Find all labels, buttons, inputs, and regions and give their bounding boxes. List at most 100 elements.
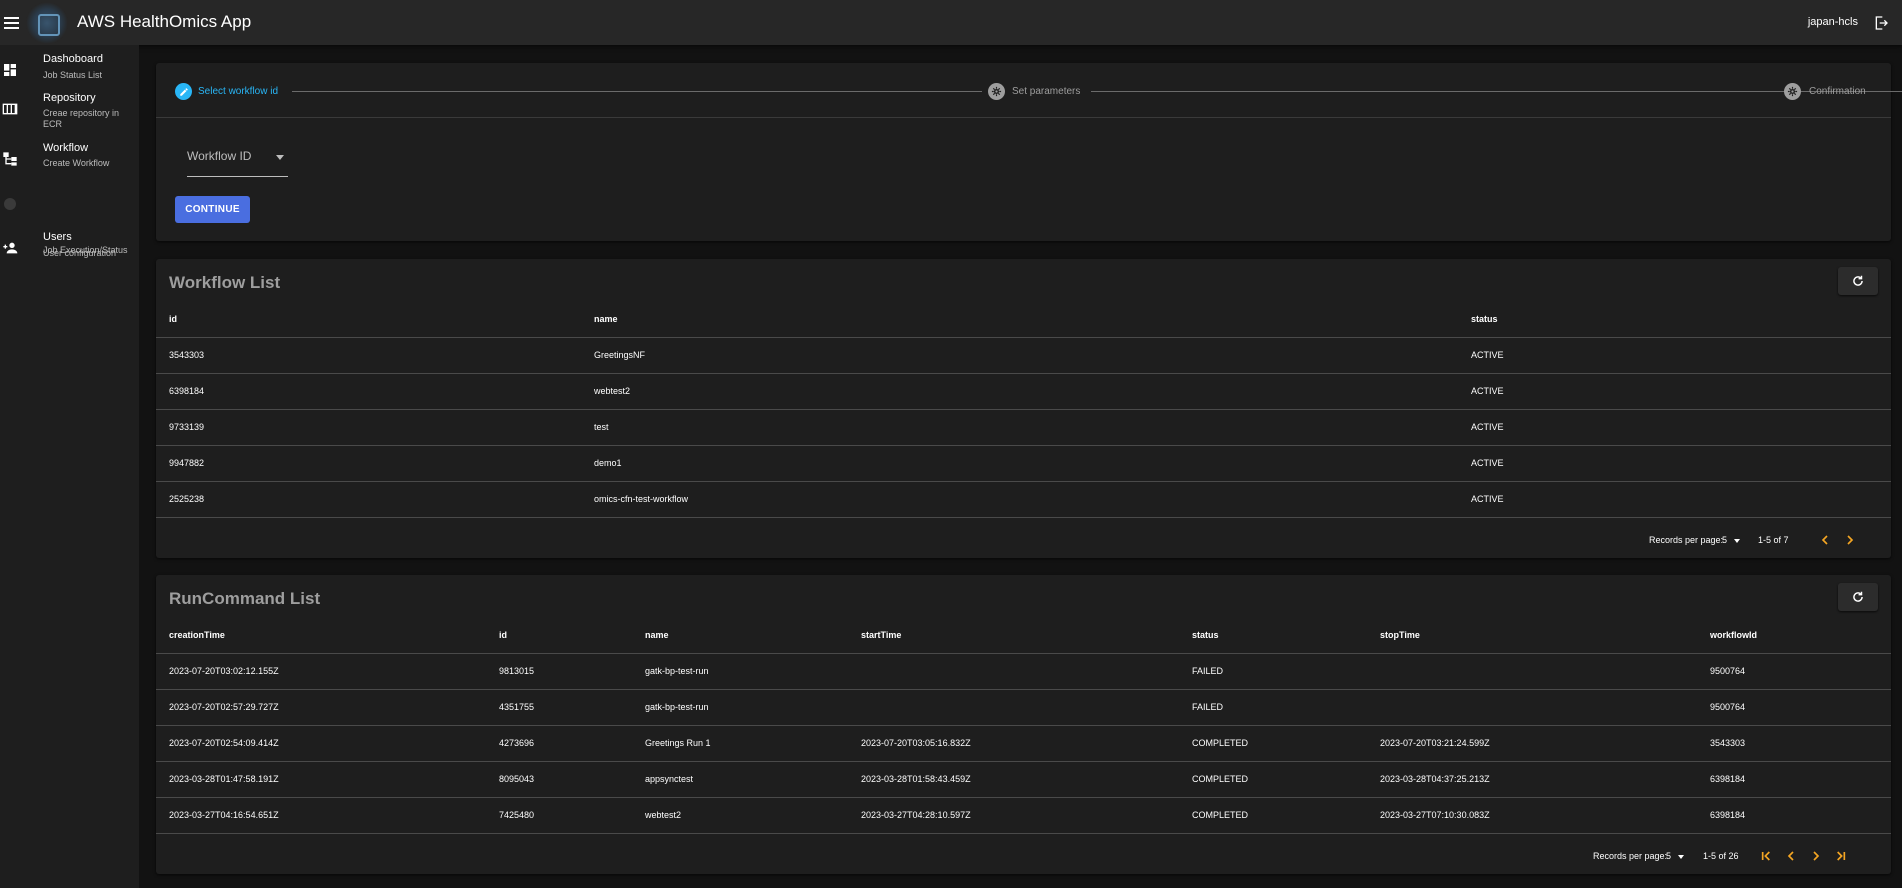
table-cell: ACTIVE (1471, 494, 1504, 504)
column-header[interactable]: status (1471, 314, 1498, 324)
app-bar: AWS HealthOmics App japan-hcls (0, 0, 1902, 45)
page-range: 1-5 of 26 (1703, 851, 1739, 861)
step-confirmation[interactable]: Confirmation (1809, 86, 1866, 97)
workflow-id-select[interactable]: Workflow ID (187, 143, 288, 177)
gear-icon (1784, 83, 1801, 100)
stepper: Select workflow id Set parameters Confir… (156, 63, 1902, 118)
table-cell: 4273696 (499, 738, 535, 748)
previous-page-icon[interactable] (1783, 848, 1799, 864)
gear-icon (988, 83, 1005, 100)
chevron-down-icon (276, 155, 284, 160)
first-page-icon[interactable] (1758, 848, 1774, 864)
sidebar-item-workflow[interactable]: Workflow Create Workflow (0, 142, 139, 176)
per-page-select[interactable]: 5 (1666, 851, 1671, 861)
table-row[interactable]: 2023-07-20T02:57:29.727Z 4351755 gatk-bp-t… (156, 690, 1891, 726)
table-row[interactable]: 2525238 omics-cfn-test-workflow ACTIVE (156, 482, 1891, 518)
table-cell: GreetingsNF (594, 350, 646, 360)
table-row[interactable]: 6398184 webtest2 ACTIVE (156, 374, 1891, 410)
table-row[interactable]: 2023-07-20T02:54:09.414Z 4273696 Greetings… (156, 726, 1891, 762)
table-header: id name status (156, 302, 1891, 338)
table-cell: 2023-07-20T02:54:09.414Z (169, 738, 279, 748)
sidebar-item-subtitle: Create Workflow (43, 158, 110, 168)
last-page-icon[interactable] (1833, 848, 1849, 864)
panel-title: Workflow List (169, 273, 281, 292)
table-cell: 2023-03-27T04:16:54.651Z (169, 810, 279, 820)
column-header[interactable]: startTime (861, 630, 901, 640)
table-cell: 2023-03-28T01:58:43.459Z (861, 774, 971, 784)
per-page-select[interactable]: 5 (1722, 535, 1727, 545)
records-per-page-label: Records per page: (1593, 851, 1668, 861)
table-cell: Greetings Run 1 (645, 738, 711, 748)
column-header[interactable]: stopTime (1380, 630, 1420, 640)
step-connector (292, 91, 982, 92)
table-row[interactable]: 2023-03-27T04:16:54.651Z 7425480 webtest2 2… (156, 798, 1891, 834)
previous-page-icon[interactable] (1817, 532, 1833, 548)
table-cell: 2023-03-28T04:37:25.213Z (1380, 774, 1490, 784)
table-cell: 2023-03-28T01:47:58.191Z (169, 774, 279, 784)
sidebar-item-title: Repository (43, 92, 96, 104)
job-execution-icon (4, 198, 16, 210)
menu-icon[interactable] (4, 12, 26, 34)
column-header[interactable]: name (594, 314, 618, 324)
table-cell: 9500764 (1710, 666, 1746, 676)
step-set-parameters[interactable]: Set parameters (1012, 86, 1080, 97)
table-cell: 2023-07-20T02:57:29.727Z (169, 702, 279, 712)
sidebar-item-dashboard[interactable]: Dashoboard Job Status List (0, 53, 139, 87)
runcommand-table: creationTime id name startTime status st… (156, 618, 1891, 834)
sidebar-item-subtitle: Creae repository in ECR (43, 108, 120, 129)
table-cell: ACTIVE (1471, 386, 1504, 396)
refresh-button[interactable] (1838, 583, 1878, 611)
table-cell: 2023-07-20T03:02:12.155Z (169, 666, 279, 676)
table-cell: 4351755 (499, 702, 535, 712)
edit-icon (175, 83, 192, 100)
table-cell: 6398184 (1710, 774, 1746, 784)
table-cell: 2023-03-27T04:28:10.597Z (861, 810, 971, 820)
table-cell: FAILED (1192, 702, 1224, 712)
table-cell: 8095043 (499, 774, 535, 784)
step-connector (1091, 91, 1902, 92)
table-row[interactable]: 2023-07-20T03:02:12.155Z 9813015 gatk-bp-t… (156, 654, 1891, 690)
next-page-icon[interactable] (1842, 532, 1858, 548)
table-cell: 6398184 (1710, 810, 1746, 820)
table-row[interactable]: 2023-03-28T01:47:58.191Z 8095043 appsyncte… (156, 762, 1891, 798)
step-select-workflow[interactable]: Select workflow id (198, 86, 278, 97)
sidebar-item-title: Workflow (43, 142, 89, 154)
sidebar-item-users[interactable]: Users User configuration (0, 231, 139, 265)
table-row[interactable]: 9947882 demo1 ACTIVE (156, 446, 1891, 482)
app-logo (26, 2, 68, 44)
chevron-down-icon (1678, 855, 1684, 859)
column-header[interactable]: id (499, 630, 507, 640)
table-row[interactable]: 9733139 test ACTIVE (156, 410, 1891, 446)
table-cell: 2023-07-20T03:05:16.832Z (861, 738, 971, 748)
table-cell: demo1 (594, 458, 622, 468)
table-cell: ACTIVE (1471, 422, 1504, 432)
table-cell: FAILED (1192, 666, 1224, 676)
column-header[interactable]: status (1192, 630, 1219, 640)
table-row[interactable]: 3543303 GreetingsNF ACTIVE (156, 338, 1891, 374)
logout-icon[interactable] (1868, 10, 1894, 36)
column-header[interactable]: workflowId (1710, 630, 1757, 640)
repository-icon (2, 103, 18, 115)
table-cell: 7425480 (499, 810, 535, 820)
column-header[interactable]: name (645, 630, 669, 640)
column-header[interactable]: creationTime (169, 630, 225, 640)
table-cell: COMPLETED (1192, 774, 1249, 784)
column-header[interactable]: id (169, 314, 177, 324)
refresh-button[interactable] (1838, 267, 1878, 295)
sidebar-item-job-execution[interactable]: Job Execution/Status (0, 191, 139, 255)
table-cell: ACTIVE (1471, 458, 1504, 468)
continue-button[interactable]: CONTINUE (175, 196, 250, 223)
table-cell: webtest2 (594, 386, 631, 396)
table-cell: ACTIVE (1471, 350, 1504, 360)
table-cell: webtest2 (645, 810, 682, 820)
sidebar-item-subtitle: User configuration (43, 248, 117, 258)
table-cell: 9813015 (499, 666, 535, 676)
next-page-icon[interactable] (1808, 848, 1824, 864)
runcommand-pagination: Records per page: 5 1-5 of 26 (1351, 841, 1891, 871)
sidebar-item-repository[interactable]: Repository Creae repository in ECR (0, 92, 139, 132)
table-cell: 2023-03-27T07:10:30.083Z (1380, 810, 1490, 820)
page-range: 1-5 of 7 (1758, 535, 1789, 545)
add-user-icon (3, 242, 18, 254)
table-cell: 2525238 (169, 494, 205, 504)
table-cell: 3543303 (1710, 738, 1746, 748)
